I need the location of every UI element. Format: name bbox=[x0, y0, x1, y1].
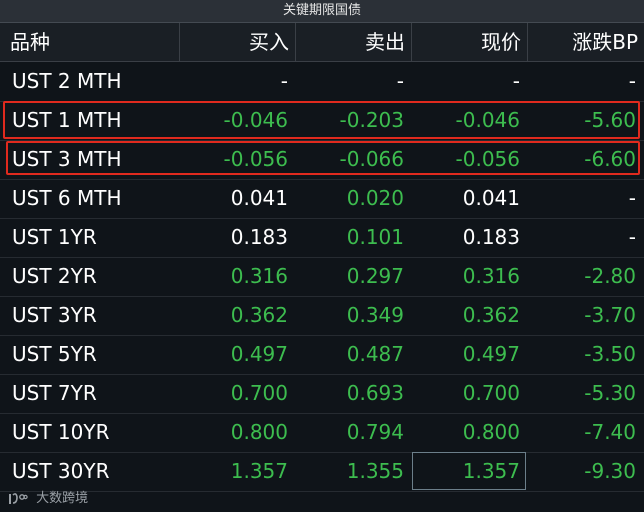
cell-ask: 0.487 bbox=[346, 342, 404, 366]
column-header-last[interactable]: 现价 bbox=[412, 23, 528, 61]
table-header: 品种 买入 卖出 现价 涨跌BP bbox=[0, 23, 644, 62]
column-header-ask[interactable]: 卖出 bbox=[296, 23, 412, 61]
cell-ask: 0.794 bbox=[346, 420, 404, 444]
cell-last: 0.041 bbox=[462, 186, 520, 210]
cell-ask: 0.101 bbox=[346, 225, 404, 249]
column-header-name[interactable]: 品种 bbox=[0, 23, 180, 61]
cell-bid: 0.316 bbox=[230, 264, 288, 288]
cell-bid: 0.700 bbox=[230, 381, 288, 405]
cell-name: UST 6 MTH bbox=[12, 186, 122, 210]
cell-change-bp: -5.30 bbox=[584, 381, 636, 405]
cell-last: 0.316 bbox=[462, 264, 520, 288]
cell-bid: - bbox=[280, 69, 288, 93]
cell-change-bp: -7.40 bbox=[584, 420, 636, 444]
cell-change-bp: -2.80 bbox=[584, 264, 636, 288]
cell-bid: 0.041 bbox=[230, 186, 288, 210]
cell-bid: 0.183 bbox=[230, 225, 288, 249]
selected-cell-outline bbox=[412, 452, 526, 490]
cell-ask: 0.693 bbox=[346, 381, 404, 405]
cell-ask: - bbox=[396, 69, 404, 93]
table-row[interactable]: UST 10YR 0.800 0.794 0.800 -7.40 bbox=[0, 413, 644, 453]
cell-ask: 1.355 bbox=[346, 459, 404, 483]
table-row[interactable]: UST 7YR 0.700 0.693 0.700 -5.30 bbox=[0, 374, 644, 414]
cell-last: 0.183 bbox=[462, 225, 520, 249]
cell-name: UST 10YR bbox=[12, 420, 110, 444]
cell-last: 0.497 bbox=[462, 342, 520, 366]
cell-name: UST 2 MTH bbox=[12, 69, 122, 93]
table-row[interactable]: UST 5YR 0.497 0.487 0.497 -3.50 bbox=[0, 335, 644, 375]
table-row[interactable]: UST 6 MTH 0.041 0.020 0.041 - bbox=[0, 179, 644, 219]
table-row[interactable]: UST 30YR 1.357 1.355 1.357 -9.30 bbox=[0, 452, 644, 492]
cell-ask: 0.349 bbox=[346, 303, 404, 327]
cell-last: 0.700 bbox=[462, 381, 520, 405]
cell-change-bp: -9.30 bbox=[584, 459, 636, 483]
cell-ask: 0.020 bbox=[346, 186, 404, 210]
column-header-bid[interactable]: 买入 bbox=[180, 23, 296, 61]
watermark-text: 大数跨境 bbox=[36, 491, 89, 506]
watermark: 大数跨境 bbox=[8, 490, 88, 508]
column-header-change-bp[interactable]: 涨跌BP bbox=[528, 23, 644, 61]
table-row[interactable]: UST 2YR 0.316 0.297 0.316 -2.80 bbox=[0, 257, 644, 297]
table-row[interactable]: UST 2 MTH - - - - bbox=[0, 62, 644, 102]
cell-name: UST 1YR bbox=[12, 225, 97, 249]
cell-last: - bbox=[512, 69, 520, 93]
cell-change-bp: -3.70 bbox=[584, 303, 636, 327]
highlight-box-ust-3-mth bbox=[6, 141, 640, 175]
cell-bid: 0.497 bbox=[230, 342, 288, 366]
highlight-box-ust-1-mth bbox=[3, 101, 640, 139]
cell-bid: 0.362 bbox=[230, 303, 288, 327]
cell-name: UST 2YR bbox=[12, 264, 97, 288]
cell-name: UST 30YR bbox=[12, 459, 110, 483]
cell-name: UST 7YR bbox=[12, 381, 97, 405]
cell-change-bp: -3.50 bbox=[584, 342, 636, 366]
cell-bid: 1.357 bbox=[230, 459, 288, 483]
window-title: 关键期限国债 bbox=[0, 0, 644, 23]
cell-last: 0.800 bbox=[462, 420, 520, 444]
cell-name: UST 3YR bbox=[12, 303, 97, 327]
cell-change-bp: - bbox=[628, 69, 636, 93]
cell-bid: 0.800 bbox=[230, 420, 288, 444]
cell-change-bp: - bbox=[628, 225, 636, 249]
logo-icon bbox=[9, 492, 28, 504]
cell-change-bp: - bbox=[628, 186, 636, 210]
table-row[interactable]: UST 1YR 0.183 0.101 0.183 - bbox=[0, 218, 644, 258]
cell-ask: 0.297 bbox=[346, 264, 404, 288]
table-row[interactable]: UST 3YR 0.362 0.349 0.362 -3.70 bbox=[0, 296, 644, 336]
cell-last: 0.362 bbox=[462, 303, 520, 327]
cell-name: UST 5YR bbox=[12, 342, 97, 366]
